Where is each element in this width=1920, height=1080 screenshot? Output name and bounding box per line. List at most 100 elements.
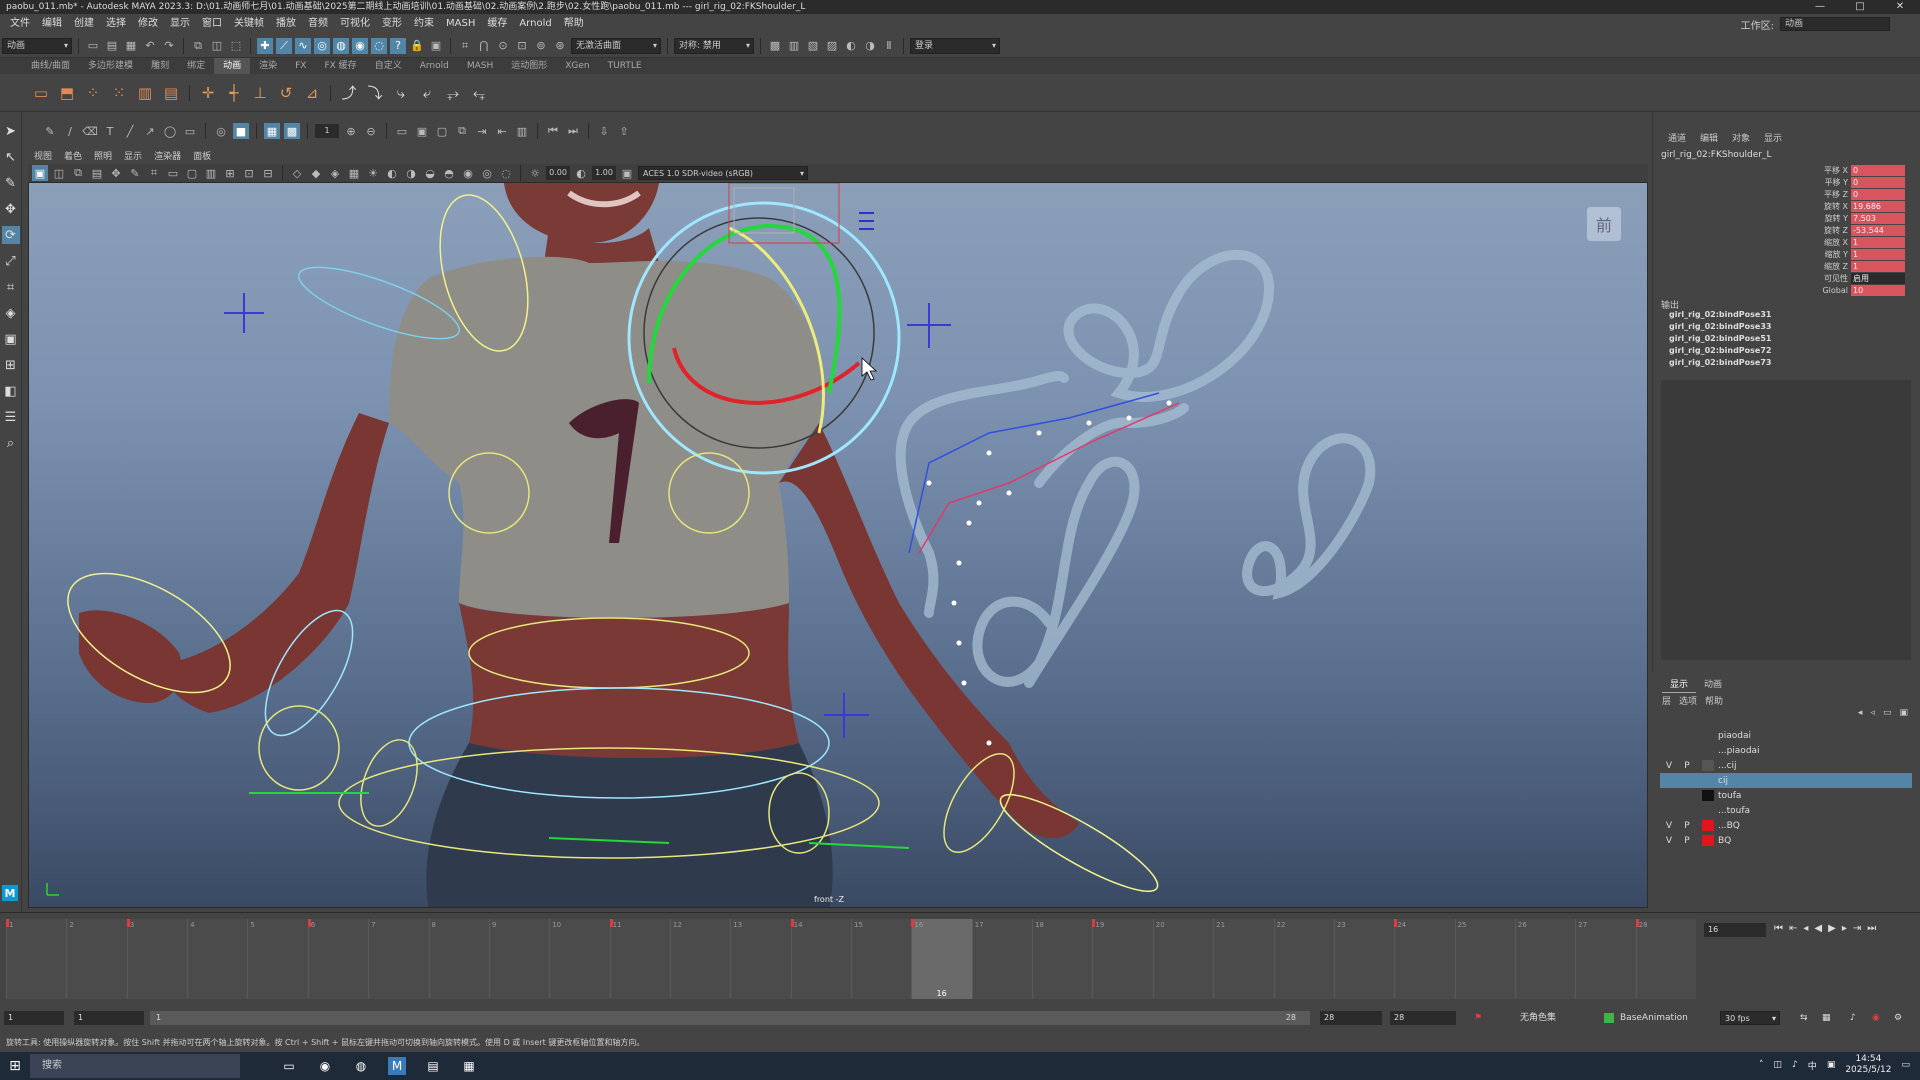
menu-edit[interactable]: 编辑 <box>36 14 68 34</box>
brush-icon[interactable]: ╱ <box>122 123 138 139</box>
view-cube[interactable]: 前 <box>1587 207 1621 241</box>
keyframe-marker[interactable] <box>307 919 311 927</box>
layer-visibility-toggle[interactable]: V <box>1660 836 1678 846</box>
isolate-select-icon[interactable]: ◉ <box>460 165 476 181</box>
layer-menu-options[interactable]: 选项 <box>1679 694 1697 707</box>
attr-value[interactable]: 7.503 <box>1851 212 1905 224</box>
select-by-deform-icon[interactable]: ◍ <box>333 37 349 54</box>
lasso-tool-icon[interactable]: ↖ <box>2 148 20 166</box>
frame-step-field[interactable]: 1 <box>315 124 339 138</box>
snap-view-icon[interactable]: ⊡ <box>514 38 530 54</box>
attr-value[interactable]: 1 <box>1851 248 1905 260</box>
ghost-icon[interactable]: ◎ <box>213 123 229 139</box>
gamma-icon[interactable]: ◐ <box>573 165 589 181</box>
panel-menu-renderer[interactable]: 渲染器 <box>148 150 187 164</box>
channel-box-menu-object[interactable]: 对象 <box>1725 132 1757 146</box>
cache-icon[interactable]: ▦ <box>1822 1011 1831 1025</box>
loop-icon[interactable]: ⇆ <box>1800 1011 1808 1025</box>
xray-icon[interactable]: ◎ <box>479 165 495 181</box>
output-node[interactable]: girl_rig_02:bindPose72 <box>1669 346 1771 356</box>
taskbar-search[interactable]: 搜索 <box>30 1054 240 1078</box>
keyframe-marker[interactable] <box>126 919 130 927</box>
attr-translate-y[interactable]: 平移 Y0 <box>1808 176 1905 188</box>
shelf-ghost-icon[interactable]: ⁙ <box>108 82 130 104</box>
outliner-icon[interactable]: ☰ <box>2 408 20 426</box>
select-by-render-icon[interactable]: ◌ <box>371 37 387 54</box>
eraser-icon[interactable]: ⌫ <box>82 123 98 139</box>
app-icon[interactable]: ▦ <box>460 1057 478 1075</box>
add-frame-icon[interactable]: ⊕ <box>343 123 359 139</box>
cut-icon[interactable]: ▭ <box>394 123 410 139</box>
save-scene-icon[interactable]: ▦ <box>123 38 139 54</box>
output-node[interactable]: girl_rig_02:bindPose51 <box>1669 334 1771 344</box>
safe-action-icon[interactable]: ⊡ <box>241 165 257 181</box>
app-icon[interactable]: ◍ <box>352 1057 370 1075</box>
go-to-end-icon[interactable]: ⏭ <box>1867 923 1876 934</box>
attr-scale-z[interactable]: 缩放 Z1 <box>1808 260 1905 272</box>
lock-selection-icon[interactable]: 🔒 <box>409 38 425 54</box>
step-back-frame-icon[interactable]: ◂ <box>1803 923 1808 934</box>
line-icon[interactable]: ∕ <box>62 123 78 139</box>
resolution-gate-icon[interactable]: ▢ <box>184 165 200 181</box>
view-transform-dropdown[interactable]: ACES 1.0 SDR-video (sRGB) <box>638 166 808 181</box>
layer-row[interactable]: V P BQ <box>1660 833 1912 848</box>
menu-create[interactable]: 创建 <box>68 14 100 34</box>
end-time-field[interactable]: 28 <box>1390 1011 1456 1025</box>
shelf-tab-rendering[interactable]: 渲染 <box>250 58 286 74</box>
hold-icon[interactable]: ⇤ <box>494 123 510 139</box>
fps-dropdown[interactable]: 30 fps <box>1720 1011 1780 1026</box>
chrome-icon[interactable]: ◉ <box>316 1057 334 1075</box>
safe-title-icon[interactable]: ⊟ <box>260 165 276 181</box>
move-layer-down-icon[interactable]: ◃ <box>1870 708 1875 718</box>
network-icon[interactable]: ◫ <box>1774 1060 1783 1070</box>
remove-frame-icon[interactable]: ⊖ <box>363 123 379 139</box>
rectangle-icon[interactable]: ▭ <box>182 123 198 139</box>
menu-file[interactable]: 文件 <box>4 14 36 34</box>
film-gate-icon[interactable]: ▭ <box>165 165 181 181</box>
anti-alias-icon[interactable]: ◓ <box>441 165 457 181</box>
minimize-button[interactable]: — <box>1800 0 1840 14</box>
undo-icon[interactable]: ↶ <box>142 38 158 54</box>
shelf-keyframe-icon[interactable]: ▭ <box>30 82 52 104</box>
field-chart-icon[interactable]: ⊞ <box>222 165 238 181</box>
preferences-icon[interactable]: ⚙ <box>1894 1011 1902 1025</box>
xray-joints-icon[interactable]: ◌ <box>498 165 514 181</box>
redo-icon[interactable]: ↷ <box>161 38 177 54</box>
exposure-field[interactable]: 0.00 <box>546 166 570 180</box>
snap-surface-icon[interactable]: ⊚ <box>533 38 549 54</box>
layout-single-icon[interactable]: ▣ <box>2 330 20 348</box>
layer-row[interactable]: toufa <box>1660 788 1912 803</box>
arrow-icon[interactable]: ↗ <box>142 123 158 139</box>
layer-color-swatch[interactable] <box>1702 820 1714 831</box>
channel-box-menu-channels[interactable]: 通道 <box>1661 132 1693 146</box>
keyframe-marker[interactable] <box>609 919 613 927</box>
image-plane-icon[interactable]: ▤ <box>89 165 105 181</box>
step-back-key-icon[interactable]: ⇤ <box>1789 923 1797 934</box>
channel-box-menu-edit[interactable]: 编辑 <box>1693 132 1725 146</box>
move-tool-icon[interactable]: ✥ <box>2 200 20 218</box>
attr-global[interactable]: Global 10 <box>1808 284 1905 296</box>
shelf-tab-sculpt[interactable]: 雕刻 <box>142 58 178 74</box>
step-forward-key-icon[interactable]: ⇥ <box>1853 923 1861 934</box>
render-settings-icon[interactable]: ▨ <box>824 38 840 54</box>
attr-rotate-y[interactable]: 旋转 Y 7.503 <box>1808 212 1905 224</box>
wireframe-on-shaded-icon[interactable]: ◈ <box>327 165 343 181</box>
go-to-start-icon[interactable]: ⏮ <box>1774 923 1783 934</box>
select-hierarchy-icon[interactable]: ⧉ <box>190 38 206 54</box>
attr-translate-z[interactable]: 平移 Z0 <box>1808 188 1905 200</box>
retime-icon[interactable]: ⇥ <box>474 123 490 139</box>
attr-value[interactable]: 1 <box>1851 260 1905 272</box>
attr-value[interactable]: -53.544 <box>1851 224 1905 236</box>
onion-skin-icon[interactable]: ▦ <box>264 123 280 139</box>
shelf-breakdown-icon[interactable]: ⬒ <box>56 82 78 104</box>
shelf-tab-animation[interactable]: 动画 <box>214 58 251 74</box>
shelf-joint-icon[interactable]: ✛ <box>197 82 219 104</box>
scale-tool-icon[interactable]: ⤢ <box>2 252 20 270</box>
bookmark-icon[interactable]: ⧉ <box>70 165 86 181</box>
shelf-tab-turtle[interactable]: TURTLE <box>599 58 651 74</box>
layer-color-swatch[interactable] <box>1702 805 1714 816</box>
render-view-icon[interactable]: ◑ <box>862 38 878 54</box>
shelf-scale-constraint-icon[interactable]: ⊿ <box>301 82 323 104</box>
shelf-tab-curves[interactable]: 曲线/曲面 <box>22 58 79 74</box>
color-management-icon[interactable]: ▣ <box>619 165 635 181</box>
